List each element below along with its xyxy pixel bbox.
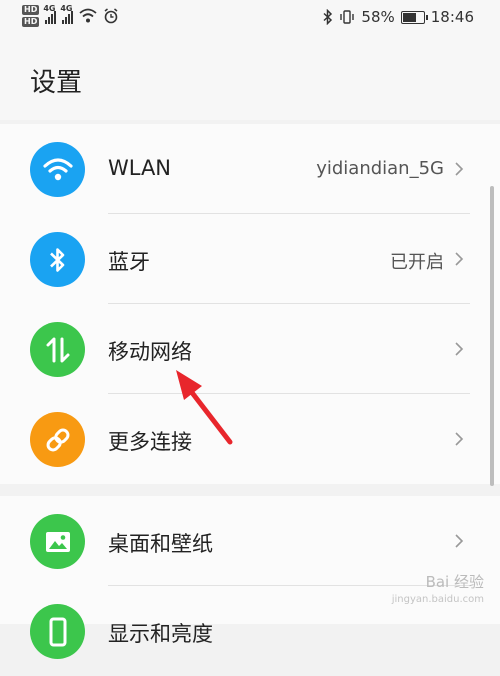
vibrate-icon bbox=[340, 10, 355, 24]
chevron-right-icon bbox=[455, 162, 464, 176]
battery-icon bbox=[400, 10, 428, 24]
status-time: 18:46 bbox=[430, 8, 474, 26]
settings-item-label: WLAN bbox=[108, 156, 172, 180]
watermark: Bai 经验 jingyan.baidu.com bbox=[392, 574, 484, 608]
settings-item-value: yidiandian_5G bbox=[316, 158, 444, 179]
bluetooth-icon bbox=[323, 9, 333, 25]
chevron-right-icon bbox=[455, 252, 464, 266]
page-header: 设置 bbox=[0, 38, 500, 120]
settings-item-more-connections[interactable]: 更多连接 bbox=[0, 394, 500, 484]
page-title: 设置 bbox=[30, 68, 83, 98]
watermark-logo-text: Bai 经验 bbox=[425, 573, 484, 591]
mobile-data-icon bbox=[30, 322, 85, 377]
status-bar: HD HD 4G 4G 58% 18:46 bbox=[0, 0, 500, 38]
settings-group-connectivity: WLAN yidiandian_5G 蓝牙 已开启 移动网络 更多连接 bbox=[0, 124, 500, 484]
network-type: 4G bbox=[60, 4, 73, 13]
alarm-icon bbox=[104, 8, 118, 24]
image-icon bbox=[30, 514, 85, 569]
chevron-right-icon bbox=[455, 432, 464, 446]
signal-icon: 4G bbox=[43, 4, 57, 24]
chevron-right-icon bbox=[455, 342, 464, 356]
bluetooth-icon bbox=[30, 232, 85, 287]
settings-item-value: 已开启 bbox=[390, 252, 444, 273]
scrollbar[interactable] bbox=[490, 186, 494, 486]
signal-icon: 4G bbox=[60, 4, 74, 24]
hd-badge: HD bbox=[22, 5, 40, 15]
status-right: 58% 18:46 bbox=[323, 8, 474, 26]
settings-item-label: 蓝牙 bbox=[108, 250, 150, 274]
chevron-right-icon bbox=[455, 534, 464, 548]
settings-item-wallpaper[interactable]: 桌面和壁纸 bbox=[0, 496, 500, 586]
wifi-icon bbox=[79, 8, 97, 23]
link-icon bbox=[30, 412, 85, 467]
settings-item-label: 显示和亮度 bbox=[108, 622, 213, 646]
phone-icon bbox=[30, 604, 85, 659]
battery-level bbox=[402, 12, 416, 22]
settings-item-wlan[interactable]: WLAN yidiandian_5G bbox=[0, 124, 500, 214]
battery-percent: 58% bbox=[361, 8, 395, 26]
status-left: HD HD 4G 4G bbox=[22, 4, 119, 27]
hd-indicators: HD HD bbox=[22, 5, 40, 27]
settings-item-mobile-network[interactable]: 移动网络 bbox=[0, 304, 500, 394]
hd-badge: HD bbox=[22, 17, 40, 27]
wifi-icon bbox=[30, 142, 85, 197]
settings-item-bluetooth[interactable]: 蓝牙 已开启 bbox=[0, 214, 500, 304]
settings-item-label: 桌面和壁纸 bbox=[108, 532, 213, 556]
annotation-arrow-icon bbox=[176, 370, 233, 445]
network-type: 4G bbox=[43, 4, 56, 13]
watermark-url: jingyan.baidu.com bbox=[391, 594, 484, 605]
